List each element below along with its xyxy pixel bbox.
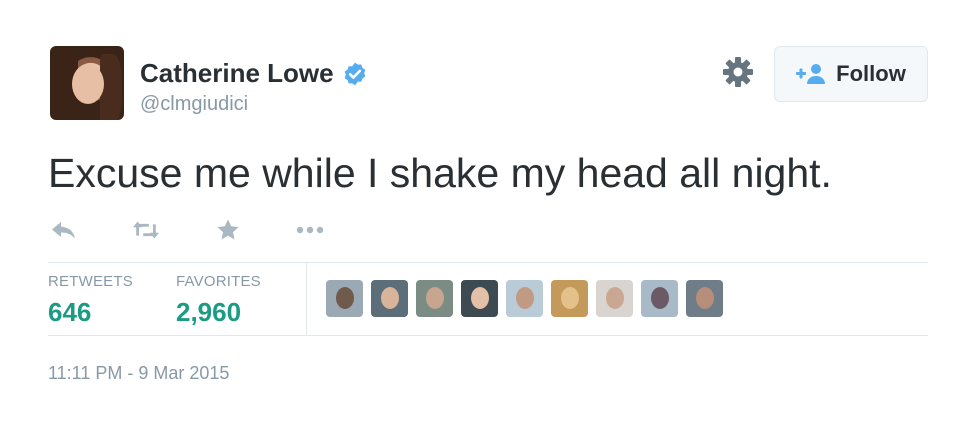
favoriter-avatar[interactable] bbox=[551, 280, 588, 317]
favoriter-avatar[interactable] bbox=[596, 280, 633, 317]
more-icon bbox=[296, 226, 324, 234]
follow-person-icon bbox=[796, 64, 826, 84]
favorites-stat[interactable]: FAVORITES 2,960 bbox=[176, 273, 261, 328]
tweet-timestamp[interactable]: 11:11 PM - 9 Mar 2015 bbox=[48, 363, 229, 384]
reply-button[interactable] bbox=[50, 218, 78, 242]
user-name-row[interactable]: Catherine Lowe bbox=[140, 58, 368, 89]
favoriter-avatar[interactable] bbox=[461, 280, 498, 317]
favorites-count: 2,960 bbox=[176, 297, 242, 327]
retweets-count: 646 bbox=[48, 297, 92, 327]
favoriter-avatar[interactable] bbox=[506, 280, 543, 317]
favoriter-avatar[interactable] bbox=[686, 280, 723, 317]
favoriter-avatar[interactable] bbox=[371, 280, 408, 317]
retweets-label: RETWEETS bbox=[48, 273, 133, 290]
retweet-button[interactable] bbox=[132, 218, 160, 242]
reply-icon bbox=[52, 222, 75, 239]
follow-button-label: Follow bbox=[836, 61, 906, 86]
favoriter-avatar[interactable] bbox=[641, 280, 678, 317]
stats-bottom-divider bbox=[48, 335, 928, 336]
favorite-button[interactable] bbox=[214, 218, 242, 242]
favoriter-avatar[interactable] bbox=[416, 280, 453, 317]
gear-icon[interactable] bbox=[722, 56, 754, 88]
retweet-icon bbox=[132, 221, 160, 239]
user-handle[interactable]: @clmgiudici bbox=[140, 93, 248, 116]
retweets-stat[interactable]: RETWEETS 646 bbox=[48, 273, 133, 328]
tweet-actions bbox=[50, 216, 378, 244]
favoriters-list bbox=[326, 280, 723, 317]
more-button[interactable] bbox=[296, 218, 324, 242]
follow-button[interactable]: Follow bbox=[774, 46, 928, 102]
user-name[interactable]: Catherine Lowe bbox=[140, 58, 334, 89]
favorite-star-icon bbox=[217, 219, 239, 240]
avatar[interactable] bbox=[50, 46, 124, 120]
verified-badge-icon bbox=[344, 62, 365, 85]
stats-top-divider bbox=[48, 262, 928, 263]
stats-vertical-divider bbox=[306, 263, 307, 335]
favorites-label: FAVORITES bbox=[176, 273, 261, 290]
tweet-text: Excuse me while I shake my head all nigh… bbox=[48, 150, 832, 196]
favoriter-avatar[interactable] bbox=[326, 280, 363, 317]
